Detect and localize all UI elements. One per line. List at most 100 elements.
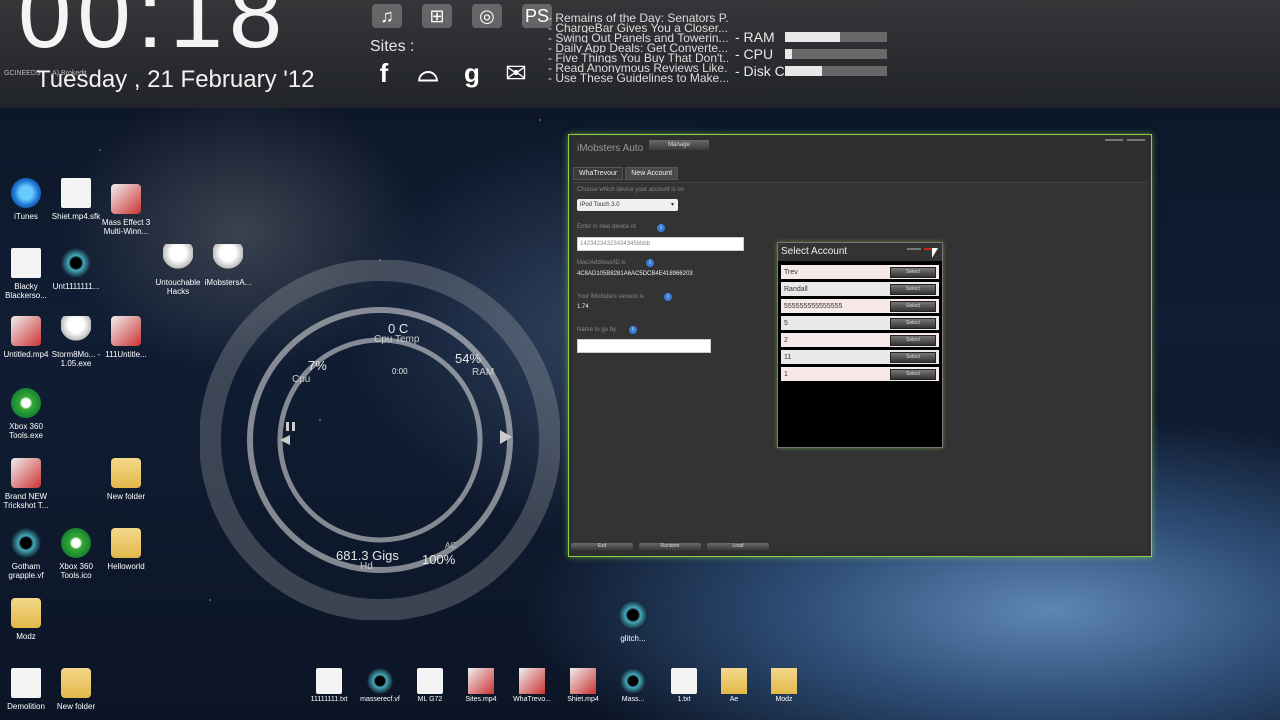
- close-icon[interactable]: [1127, 139, 1145, 141]
- device-id-input[interactable]: 14234234323434345bbbb: [577, 237, 744, 251]
- select-button[interactable]: Select: [890, 334, 936, 346]
- news-item[interactable]: - Use These Guidelines to Make...: [548, 73, 728, 83]
- system-gauge-widget: [200, 260, 560, 620]
- desktop-icon[interactable]: Brand NEW Trickshot T...: [0, 458, 58, 510]
- widget-label-gc: GCINEEDS: [4, 70, 41, 77]
- media-icon: [618, 600, 648, 630]
- desktop-icon[interactable]: 111Untitle...: [94, 316, 158, 359]
- folder-icon: [771, 668, 797, 694]
- music-icon[interactable]: ♫: [372, 4, 402, 28]
- desktop-icon[interactable]: Ae: [708, 668, 760, 703]
- desktop-icon[interactable]: Mass...: [607, 668, 659, 703]
- robot-icon: [163, 244, 193, 274]
- tab-new-account[interactable]: New Account: [625, 167, 679, 180]
- info-icon[interactable]: i: [629, 326, 637, 334]
- folder-icon: [11, 598, 41, 628]
- file-icon: [671, 668, 697, 694]
- news-item[interactable]: - Five Things You Buy That Don't...: [548, 53, 728, 63]
- pause-icon[interactable]: [286, 422, 289, 431]
- desktop-icon[interactable]: masserecf.vf: [354, 668, 406, 703]
- ac-percent: 100%: [422, 552, 456, 567]
- desktop-icon[interactable]: ML G72: [404, 668, 456, 703]
- mail-icon[interactable]: ✉: [498, 56, 534, 90]
- select-button[interactable]: Select: [890, 266, 936, 278]
- google-icon[interactable]: g: [454, 56, 490, 90]
- media-icon: [367, 668, 393, 694]
- xbox-icon: [11, 388, 41, 418]
- desktop-icon[interactable]: Modz: [0, 598, 58, 641]
- exit-button[interactable]: Exit: [571, 543, 633, 550]
- chevron-down-icon: ▾: [670, 202, 674, 208]
- news-item[interactable]: - ChargeBar Gives You a Closer...: [548, 23, 728, 33]
- news-item[interactable]: - Read Anonymous Reviews Like...: [548, 63, 728, 73]
- desktop-icon[interactable]: Mass Effect 3 Multi-Winn...: [94, 184, 158, 236]
- desktop-icon[interactable]: Sites.mp4: [455, 668, 507, 703]
- select-button[interactable]: Select: [890, 317, 936, 329]
- select-button[interactable]: Select: [890, 300, 936, 312]
- news-item[interactable]: - Daily App Deals: Get Converte...: [548, 43, 728, 53]
- load-button[interactable]: Load: [707, 543, 769, 550]
- after-effects-icon: [721, 668, 747, 694]
- widget-label-brokedit: A) Brokedit: [52, 70, 87, 77]
- video-icon: [111, 184, 141, 214]
- windows-icon[interactable]: ⊞: [422, 4, 452, 28]
- account-row: 555555555555555 Select: [781, 299, 939, 313]
- desktop-icon[interactable]: Shiet.mp4: [557, 668, 609, 703]
- cloud-icon[interactable]: ⌓: [410, 56, 446, 90]
- info-icon[interactable]: i: [664, 293, 672, 301]
- ram-percent: 54%: [455, 351, 482, 366]
- random-button[interactable]: Random: [639, 543, 701, 550]
- file-icon: [11, 668, 41, 698]
- news-item[interactable]: - Swing Out Panels and Towerin...: [548, 33, 728, 43]
- select-button[interactable]: Select: [890, 351, 936, 363]
- manage-button[interactable]: Manage: [649, 140, 709, 150]
- device-id-label: Enter in new device id: [577, 224, 636, 230]
- select-button[interactable]: Select: [890, 368, 936, 380]
- desktop-icon[interactable]: New folder: [94, 458, 158, 501]
- desktop-icon[interactable]: New folder: [44, 668, 108, 711]
- device-dropdown[interactable]: iPod Touch 3.0 ▾: [577, 199, 678, 211]
- account-row: Trev Select: [781, 265, 939, 279]
- top-widget-bar: 00:18 Tuesday , 21 February '12 GCINEEDS…: [0, 0, 1280, 108]
- minimize-icon[interactable]: [907, 248, 921, 250]
- info-icon[interactable]: i: [657, 224, 665, 232]
- desktop-icon[interactable]: glitch...: [601, 600, 665, 643]
- name-input[interactable]: [577, 339, 711, 353]
- desktop-icon[interactable]: Xbox 360 Tools.exe: [0, 388, 58, 440]
- xbox-icon: [61, 528, 91, 558]
- desktop-icon[interactable]: 1.txt: [658, 668, 710, 703]
- minimize-icon[interactable]: [1105, 139, 1123, 141]
- robot-icon: [61, 316, 91, 346]
- file-icon: [417, 668, 443, 694]
- mouse-cursor-icon: [932, 248, 938, 258]
- disk-meter-fill: [785, 65, 822, 76]
- news-item[interactable]: - Remains of the Day: Senators P...: [548, 13, 728, 23]
- file-icon: [316, 668, 342, 694]
- video-icon: [111, 316, 141, 346]
- ram-meter: - RAM: [735, 28, 895, 45]
- tab-whatrevour[interactable]: WhaTrevour: [573, 167, 624, 180]
- top-icon-row: ♫ ⊞ ◎ PS: [372, 4, 552, 28]
- account-row: Randall Select: [781, 282, 939, 296]
- desktop-icon[interactable]: Modz: [758, 668, 810, 703]
- desktop-icon[interactable]: WhaTrevo...: [506, 668, 558, 703]
- sites-label: Sites :: [370, 38, 415, 55]
- desktop-icon[interactable]: Helloworld: [94, 528, 158, 571]
- video-icon: [519, 668, 545, 694]
- select-button[interactable]: Select: [890, 283, 936, 295]
- itunes-icon: [11, 178, 41, 208]
- video-icon: [11, 458, 41, 488]
- desktop-icon[interactable]: Unt1111111...: [44, 248, 108, 291]
- desktop-icon[interactable]: 11111111.txt: [303, 668, 355, 703]
- globe-icon[interactable]: ◎: [472, 4, 502, 28]
- facebook-icon[interactable]: f: [366, 56, 402, 90]
- media-time: 0:00: [392, 367, 408, 376]
- cpu-meter: - CPU: [735, 45, 895, 62]
- ac-label: AC: [445, 541, 457, 550]
- ram-label: RAM: [472, 367, 495, 378]
- account-row: 5 Select: [781, 316, 939, 330]
- mac-label: Mac/Address/ID is: [577, 260, 626, 266]
- info-icon[interactable]: i: [646, 259, 654, 267]
- disk-meter: - Disk C: [735, 62, 895, 79]
- media-icon: [620, 668, 646, 694]
